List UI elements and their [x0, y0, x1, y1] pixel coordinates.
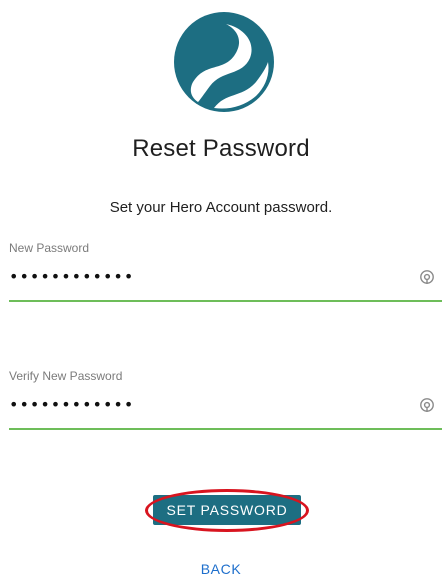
verify-password-input[interactable]: [9, 389, 409, 419]
page-title: Reset Password: [132, 135, 310, 162]
set-password-button[interactable]: SET PASSWORD: [153, 495, 301, 525]
back-link[interactable]: BACK: [0, 561, 442, 577]
hero-logo-icon: [174, 12, 274, 112]
page-subtitle: Set your Hero Account password.: [109, 199, 333, 216]
verify-password-field: Verify New Password: [9, 369, 442, 439]
new-password-label: New Password: [9, 241, 90, 255]
new-password-input[interactable]: [9, 261, 409, 291]
new-password-underline: [9, 300, 442, 302]
eye-reveal-icon[interactable]: [419, 397, 435, 413]
verify-password-label: Verify New Password: [9, 369, 123, 383]
verify-password-underline: [9, 428, 442, 430]
eye-reveal-icon[interactable]: [419, 269, 435, 285]
new-password-field: New Password: [9, 241, 442, 311]
